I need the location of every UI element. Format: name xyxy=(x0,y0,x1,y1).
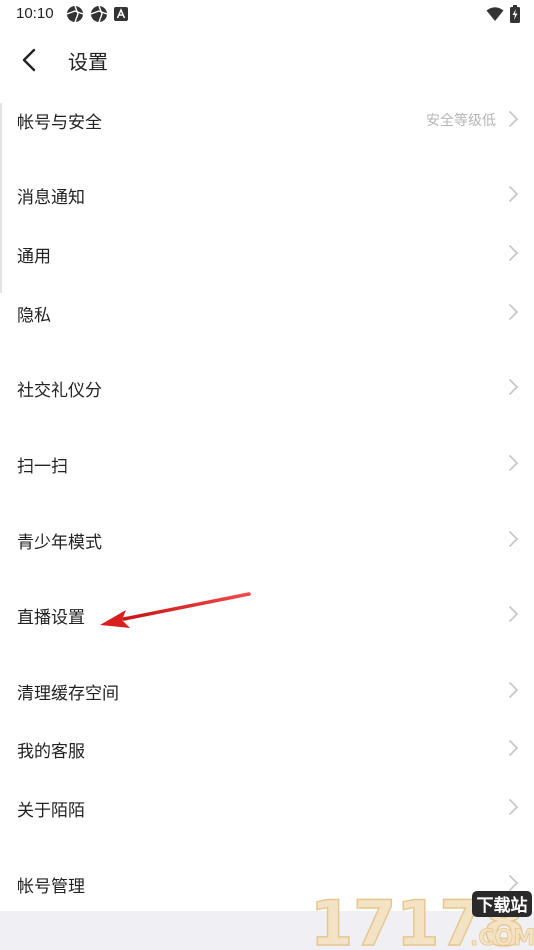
settings-item-label: 我的客服 xyxy=(17,742,85,762)
status-bar: 10:10 xyxy=(0,0,534,28)
aperture-icon xyxy=(90,5,108,23)
settings-item-label: 隐私 xyxy=(17,306,51,326)
settings-item-privacy[interactable]: 隐私 xyxy=(0,286,534,338)
aperture-icon xyxy=(66,5,84,23)
settings-item-social-etiquette[interactable]: 社交礼仪分 xyxy=(0,361,534,413)
chevron-right-icon xyxy=(509,531,519,547)
chevron-right-icon xyxy=(509,799,519,815)
wifi-icon xyxy=(486,7,504,21)
settings-item-account-security[interactable]: 帐号与安全 安全等级低 xyxy=(0,93,534,145)
watermark-logo: 17178 下载站 .COM xyxy=(308,885,534,950)
settings-item-label: 清理缓存空间 xyxy=(17,684,119,704)
settings-item-label: 消息通知 xyxy=(17,188,85,208)
chevron-right-icon xyxy=(509,304,519,320)
status-icons-right xyxy=(486,5,520,23)
a-badge-icon xyxy=(114,7,128,21)
chevron-left-icon xyxy=(22,48,36,72)
settings-item-label: 扫一扫 xyxy=(17,457,68,477)
settings-item-label: 帐号管理 xyxy=(17,877,85,897)
page-title: 设置 xyxy=(68,50,108,74)
chevron-right-icon xyxy=(509,111,519,127)
chevron-right-icon xyxy=(509,455,519,471)
chevron-right-icon xyxy=(509,379,519,395)
security-level-text: 安全等级低 xyxy=(426,113,496,129)
settings-item-youth-mode[interactable]: 青少年模式 xyxy=(0,513,534,565)
settings-item-scan[interactable]: 扫一扫 xyxy=(0,437,534,489)
watermark-graphic: 17178 下载站 .COM xyxy=(309,886,534,950)
status-time: 10:10 xyxy=(16,5,54,22)
chevron-right-icon xyxy=(509,606,519,622)
settings-item-clear-cache[interactable]: 清理缓存空间 xyxy=(0,664,534,716)
chevron-right-icon xyxy=(509,682,519,698)
settings-item-about[interactable]: 关于陌陌 xyxy=(0,781,534,833)
settings-item-label: 关于陌陌 xyxy=(17,801,85,821)
settings-item-customer-service[interactable]: 我的客服 xyxy=(0,722,534,774)
chevron-right-icon xyxy=(509,245,519,261)
chevron-right-icon xyxy=(509,186,519,202)
watermark-domain: .COM xyxy=(470,926,534,950)
battery-charging-icon xyxy=(510,5,520,23)
header: 设置 xyxy=(0,36,534,82)
status-icons-left xyxy=(66,5,128,23)
settings-item-notifications[interactable]: 消息通知 xyxy=(0,168,534,220)
settings-item-general[interactable]: 通用 xyxy=(0,227,534,279)
settings-item-label: 帐号与安全 xyxy=(17,113,102,133)
chevron-right-icon xyxy=(509,740,519,756)
settings-item-label: 社交礼仪分 xyxy=(17,381,102,401)
watermark-tagline: 下载站 xyxy=(477,895,528,916)
settings-item-label: 青少年模式 xyxy=(17,533,102,553)
settings-item-label: 通用 xyxy=(17,247,51,267)
settings-item-label: 直播设置 xyxy=(17,608,85,628)
settings-item-live-settings[interactable]: 直播设置 xyxy=(0,588,534,640)
back-button[interactable] xyxy=(14,42,46,76)
